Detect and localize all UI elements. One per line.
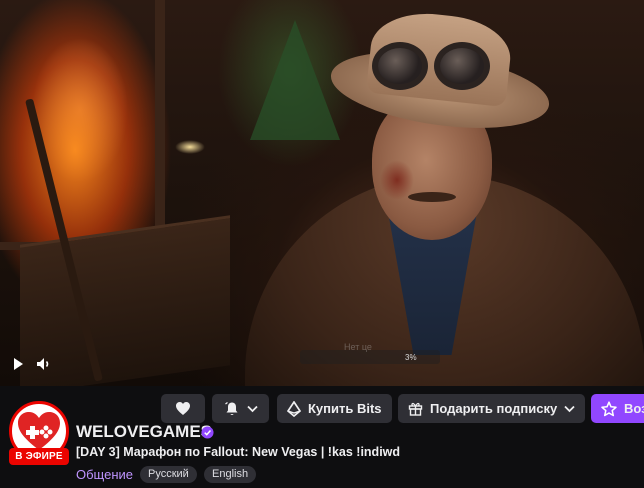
video-mustache [408,192,456,202]
tag-russian[interactable]: Русский [140,466,197,483]
video-overlay-bar [300,350,440,364]
tag-english[interactable]: English [204,466,257,483]
video-christmas-tree [250,20,340,140]
video-overlay-percent: 3% [405,353,417,362]
gift-subscription-label: Подарить подписку [430,401,558,416]
heart-icon [176,402,190,415]
category-link[interactable]: Общение [76,467,133,482]
subscribe-label: Воз [624,401,644,416]
star-icon [601,400,617,416]
buy-bits-label: Купить Bits [308,401,382,416]
channel-name[interactable]: WELOVEGAMES [76,422,212,442]
buy-bits-button[interactable]: Купить Bits [277,394,392,423]
video-fireplace [0,0,165,250]
follow-button[interactable] [161,394,205,423]
notifications-button[interactable] [212,394,269,423]
chevron-down-icon [246,405,258,412]
play-icon [14,358,23,370]
verified-badge-icon [201,426,214,439]
bell-icon [224,401,237,415]
video-face-makeup [380,160,414,200]
bits-gem-icon [287,400,301,417]
gift-icon [408,402,423,416]
live-badge: В ЭФИРЕ [9,448,69,465]
play-button[interactable] [9,355,27,373]
chevron-down-icon [564,405,575,412]
gift-subscription-button[interactable]: Подарить подписку [398,394,586,423]
volume-icon [37,358,49,370]
video-lamp [175,140,205,154]
video-player[interactable]: Нет це 3% [0,0,644,386]
volume-button[interactable] [35,355,53,373]
video-overlay-text: Нет це [344,342,372,352]
subscribe-button[interactable]: Воз [591,394,644,423]
stream-title: [DAY 3] Марафон по Fallout: New Vegas | … [76,445,401,459]
stream-page: Нет це 3% В ЭФИРЕ WELOVEGAMES [DAY 3] Ма… [0,0,644,488]
video-goggles [372,42,502,92]
heart-gamepad-logo [18,412,60,450]
